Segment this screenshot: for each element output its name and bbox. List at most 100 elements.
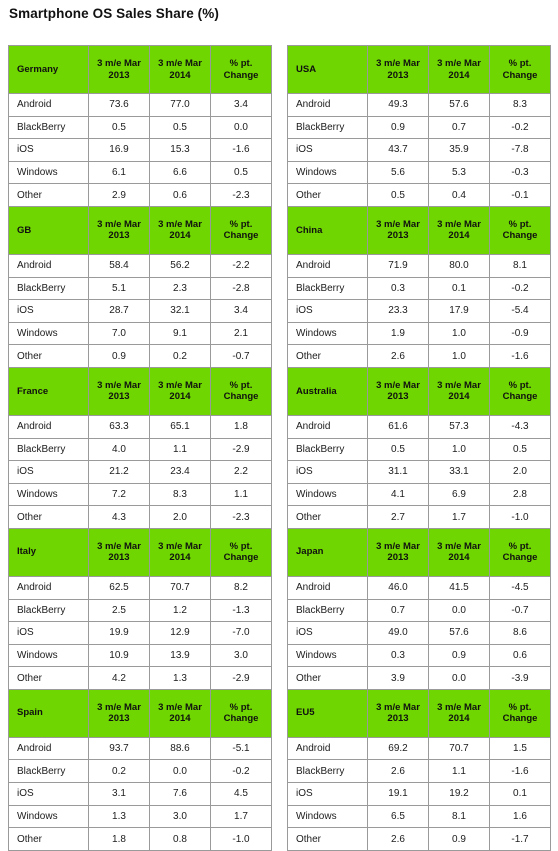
table-row: Windows 7.2 8.3 1.1 [8, 482, 272, 507]
region-name-header: Italy [8, 527, 89, 577]
value-2013-cell: 43.7 [367, 138, 429, 162]
table-row: iOS 49.0 57.6 8.6 [287, 621, 551, 645]
os-name-cell: Other [8, 505, 89, 529]
value-2013-cell: 4.1 [367, 482, 429, 507]
region-table-italy: Italy 3 m/e Mar 2013 3 m/e Mar 2014% pt. Chan… [8, 527, 272, 690]
region-name-header: Australia [287, 366, 368, 416]
pct-change-cell: -0.2 [489, 115, 551, 140]
report-page: Smartphone OS Sales Share (%) Germany 3 m… [0, 0, 558, 851]
region-table-japan: Japan 3 m/e Mar 2013 3 m/e Mar 2014% pt. Chan… [287, 527, 551, 690]
header-period-2013-line1: 3 m/e Mar [97, 218, 141, 230]
value-2013-cell: 0.5 [367, 437, 429, 462]
header-period-2014-line1: 3 m/e Mar [158, 379, 202, 391]
value-2013-cell: 6.1 [88, 160, 150, 185]
table-row: iOS 19.9 12.9 -7.0 [8, 621, 272, 645]
header-pct-change-line1: % pt. [229, 379, 253, 391]
pct-change-cell: -1.6 [210, 138, 272, 162]
table-row: Android 58.4 56.2 -2.2 [8, 253, 272, 278]
value-2013-cell: 1.9 [367, 321, 429, 346]
os-name-cell: iOS [8, 460, 89, 484]
value-2014-cell: 12.9 [149, 621, 211, 645]
pct-change-cell: 8.1 [489, 253, 551, 278]
os-name-cell: BlackBerry [287, 437, 368, 462]
os-name-cell: BlackBerry [8, 276, 89, 301]
header-period-2014-line1: 3 m/e Mar [437, 701, 481, 713]
header-period-2014-line1: 3 m/e Mar [437, 540, 481, 552]
value-2013-cell: 2.6 [367, 759, 429, 784]
pct-change-cell: 0.1 [489, 782, 551, 806]
table-row: iOS 23.3 17.9 -5.4 [287, 299, 551, 323]
os-name-cell: Android [287, 414, 368, 439]
pct-change-cell: 2.8 [489, 482, 551, 507]
header-period-2014-line2: 2014 [448, 230, 470, 242]
value-2014-cell: 2.0 [149, 505, 211, 529]
table-row: iOS 31.1 33.1 2.0 [287, 460, 551, 484]
value-2014-cell: 0.8 [149, 827, 211, 851]
table-row: Android 69.2 70.7 1.5 [287, 736, 551, 761]
value-2014-cell: 2.3 [149, 276, 211, 301]
page-title: Smartphone OS Sales Share (%) [9, 6, 219, 21]
header-period-2014-line2: 2014 [448, 552, 470, 564]
value-2014-cell: 57.6 [428, 621, 490, 645]
table-row: BlackBerry 0.5 1.0 0.5 [287, 437, 551, 462]
os-name-cell: Windows [8, 482, 89, 507]
os-name-cell: BlackBerry [8, 437, 89, 462]
pct-change-cell: 3.4 [210, 299, 272, 323]
table-row: BlackBerry 0.7 0.0 -0.7 [287, 598, 551, 623]
value-2013-cell: 2.6 [367, 344, 429, 368]
pct-change-cell: -5.1 [210, 736, 272, 761]
table-row: Windows 1.3 3.0 1.7 [8, 804, 272, 829]
right-table-column: USA 3 m/e Mar 2013 3 m/e Mar 2014% pt. Change… [287, 45, 551, 851]
region-table-germany: Germany 3 m/e Mar 2013 3 m/e Mar 2014% pt. Ch… [8, 45, 272, 207]
value-2013-cell: 0.3 [367, 643, 429, 668]
value-2013-cell: 4.3 [88, 505, 150, 529]
value-2014-cell: 1.3 [149, 666, 211, 690]
region-table-australia: Australia 3 m/e Mar 2013 3 m/e Mar 2014% pt.… [287, 366, 551, 529]
table-row: Android 61.6 57.3 -4.3 [287, 414, 551, 439]
header-period-2013: 3 m/e Mar 2013 [88, 45, 150, 94]
header-pct-change-line1: % pt. [508, 701, 532, 713]
value-2013-cell: 31.1 [367, 460, 429, 484]
header-period-2014: 3 m/e Mar 2014 [428, 527, 490, 577]
table-row: Windows 10.9 13.9 3.0 [8, 643, 272, 668]
os-name-cell: BlackBerry [8, 598, 89, 623]
table-row: Android 49.3 57.6 8.3 [287, 93, 551, 117]
value-2013-cell: 49.0 [367, 621, 429, 645]
header-period-2014: 3 m/e Mar 2014 [149, 688, 211, 738]
value-2014-cell: 80.0 [428, 253, 490, 278]
value-2013-cell: 0.7 [367, 598, 429, 623]
pct-change-cell: 1.7 [210, 804, 272, 829]
header-period-2013-line2: 2013 [108, 69, 130, 81]
header-pct-change-line2: Change [502, 713, 538, 725]
table-row: BlackBerry 0.5 0.5 0.0 [8, 115, 272, 140]
header-period-2013: 3 m/e Mar 2013 [367, 205, 429, 255]
os-name-cell: Android [287, 253, 368, 278]
header-period-2014: 3 m/e Mar 2014 [149, 205, 211, 255]
value-2013-cell: 2.5 [88, 598, 150, 623]
value-2013-cell: 0.5 [367, 183, 429, 207]
value-2014-cell: 0.0 [149, 759, 211, 784]
pct-change-cell: -1.7 [489, 827, 551, 851]
table-row: iOS 43.7 35.9 -7.8 [287, 138, 551, 162]
table-row: Windows 6.1 6.6 0.5 [8, 160, 272, 185]
table-row: Other 3.9 0.0 -3.9 [287, 666, 551, 690]
os-name-cell: iOS [287, 460, 368, 484]
header-period-2013: 3 m/e Mar 2013 [88, 366, 150, 416]
value-2014-cell: 57.6 [428, 93, 490, 117]
value-2014-cell: 0.1 [428, 276, 490, 301]
table-row: iOS 16.9 15.3 -1.6 [8, 138, 272, 162]
header-pct-change-line1: % pt. [229, 540, 253, 552]
value-2013-cell: 62.5 [88, 575, 150, 600]
os-name-cell: BlackBerry [287, 598, 368, 623]
value-2013-cell: 3.9 [367, 666, 429, 690]
os-name-cell: Windows [8, 643, 89, 668]
os-name-cell: iOS [8, 138, 89, 162]
value-2013-cell: 2.6 [367, 827, 429, 851]
header-pct-change: % pt. Change [489, 366, 551, 416]
header-period-2014-line2: 2014 [169, 713, 191, 725]
pct-change-cell: -2.2 [210, 253, 272, 278]
header-pct-change-line1: % pt. [508, 540, 532, 552]
header-period-2014: 3 m/e Mar 2014 [428, 688, 490, 738]
header-period-2013-line1: 3 m/e Mar [97, 540, 141, 552]
pct-change-cell: 1.1 [210, 482, 272, 507]
